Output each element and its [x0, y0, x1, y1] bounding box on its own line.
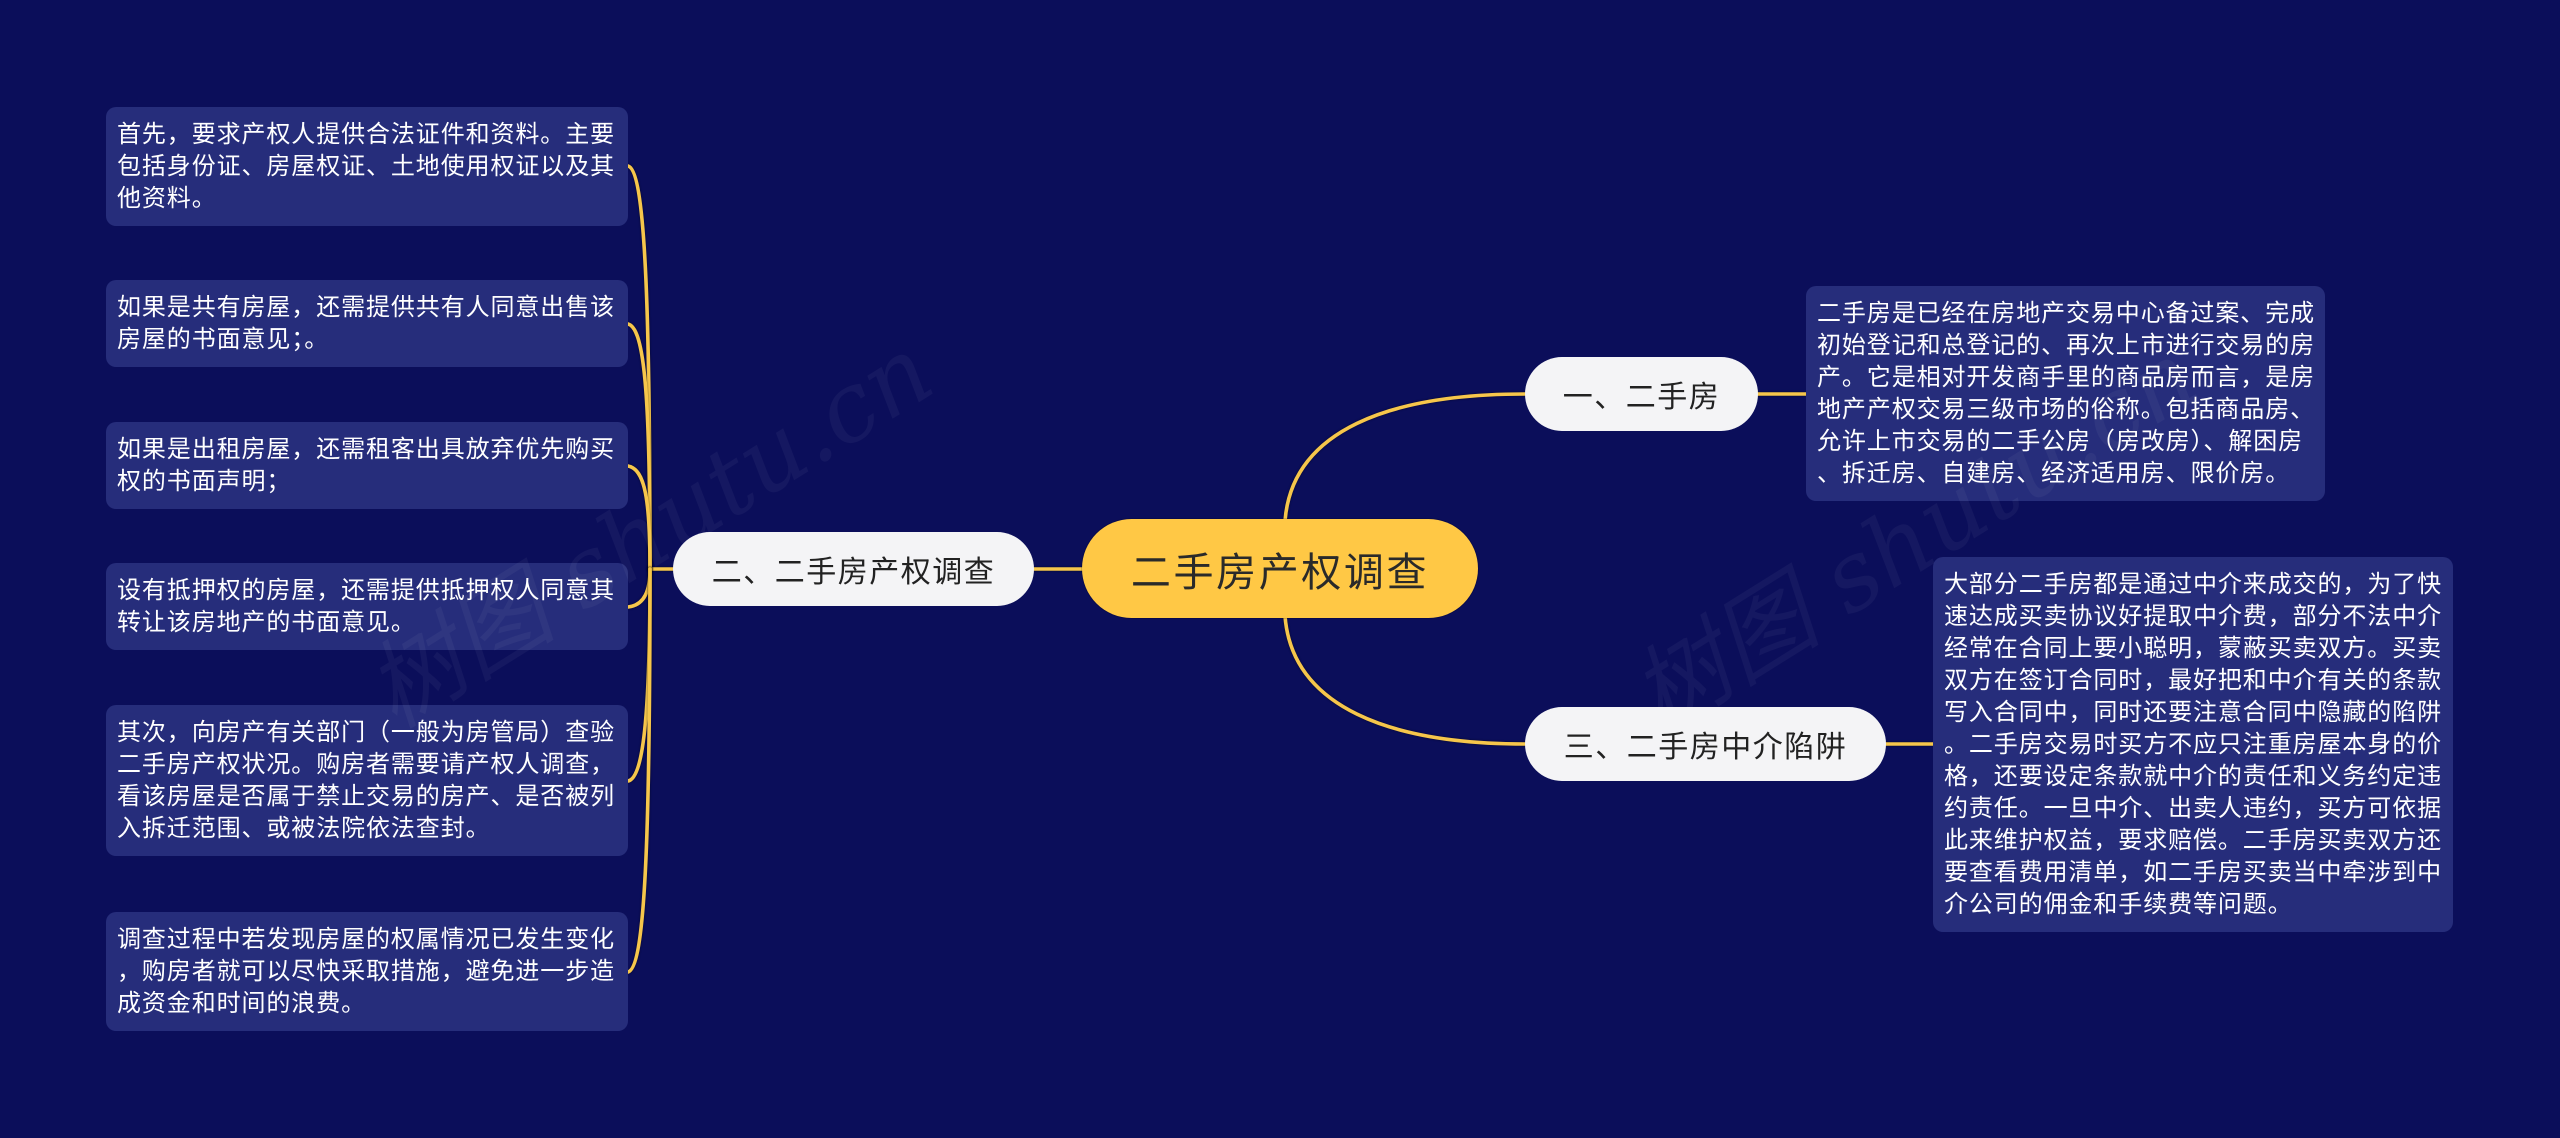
branch-node-2[interactable]: 二、二手房产权调查 — [673, 532, 1034, 606]
detail-box-verification[interactable]: 其次，向房产有关部门（一般为房管局）查验 二手房产权状况。购房者需要请产权人调查… — [106, 705, 628, 856]
detail-line: 转让该房地产的书面意见。 — [117, 609, 416, 636]
detail-box-ownership-change[interactable]: 调查过程中若发现房屋的权属情况已发生变化 ，购房者就可以尽快采取措施，避免进一步… — [106, 912, 628, 1031]
detail-line: 包括身份证、房屋权证、土地使用权证以及其 — [117, 153, 615, 180]
branch-node-1-label: 一、二手房 — [1562, 381, 1721, 414]
detail-line: 其次，向房产有关部门（一般为房管局）查验 — [117, 719, 615, 746]
mindmap-canvas: 二手房产权调查 一、二手房 二、二手房产权调查 三、二手房中介陷阱 二手房是已经… — [0, 0, 2560, 1138]
detail-box-co-owned[interactable]: 如果是共有房屋，还需提供共有人同意出售该 房屋的书面意见；。 — [106, 280, 628, 367]
root-node-label: 二手房产权调查 — [1130, 550, 1430, 595]
detail-line: 约责任。一旦中介、出卖人违约，买方可依据 — [1944, 795, 2442, 822]
detail-line: 调查过程中若发现房屋的权属情况已发生变化 — [117, 926, 615, 953]
branch-node-3-label: 三、二手房中介陷阱 — [1563, 731, 1848, 764]
detail-line: ，购房者就可以尽快采取措施，避免进一步造 — [117, 958, 615, 985]
detail-line: 二手房产权状况。购房者需要请产权人调查， — [117, 751, 615, 778]
detail-line: 此来维护权益，要求赔偿。二手房买卖双方还 — [1944, 827, 2442, 854]
branch-node-1[interactable]: 一、二手房 — [1525, 357, 1758, 431]
detail-line: 初始登记和总登记的、再次上市进行交易的房 — [1817, 332, 2315, 359]
connector-root-to-branch-3 — [1283, 614, 1527, 746]
detail-line: 地产产权交易三级市场的俗称。包括商品房、 — [1817, 396, 2315, 423]
connector-branch-2-to-detail-4 — [626, 567, 652, 609]
detail-line: 设有抵押权的房屋，还需提供抵押权人同意其 — [117, 577, 615, 604]
detail-box-secondhand-definition[interactable]: 二手房是已经在房地产交易中心备过案、完成 初始登记和总登记的、再次上市进行交易的… — [1806, 286, 2325, 501]
detail-line: 大部分二手房都是通过中介来成交的，为了快 — [1944, 571, 2442, 598]
detail-line: 介公司的佣金和手续费等问题。 — [1944, 891, 2293, 918]
detail-line: 格，还要设定条款就中介的责任和义务约定违 — [1944, 763, 2442, 790]
detail-box-rented[interactable]: 如果是出租房屋，还需租客出具放弃优先购买 权的书面声明； — [106, 422, 628, 509]
detail-line: 允许上市交易的二手公房（房改房）、解困房 — [1817, 428, 2303, 455]
connector-root-to-branch-1 — [1283, 392, 1527, 523]
branch-node-2-label: 二、二手房产权调查 — [711, 556, 996, 589]
detail-line: 产。它是相对开发商手里的商品房而言，是房 — [1817, 364, 2315, 391]
detail-box-mortgaged[interactable]: 设有抵押权的房屋，还需提供抵押权人同意其 转让该房地产的书面意见。 — [106, 563, 628, 650]
detail-line: 权的书面声明； — [117, 468, 292, 495]
detail-line: 房屋的书面意见；。 — [117, 326, 330, 353]
detail-line: 入拆迁范围、或被法院依法查封。 — [117, 815, 491, 842]
detail-line: 二手房是已经在房地产交易中心备过案、完成 — [1817, 300, 2315, 327]
detail-line: 首先，要求产权人提供合法证件和资料。主要 — [117, 121, 615, 148]
detail-line: 如果是共有房屋，还需提供共有人同意出售该 — [117, 294, 615, 321]
detail-line: 写入合同中，同时还要注意合同中隐藏的陷阱 — [1944, 699, 2442, 726]
connector-branch-2-to-detail-3 — [626, 464, 652, 571]
branch-node-3[interactable]: 三、二手房中介陷阱 — [1525, 707, 1886, 781]
detail-line: 他资料。 — [117, 185, 217, 212]
detail-box-documents[interactable]: 首先，要求产权人提供合法证件和资料。主要 包括身份证、房屋权证、土地使用权证以及… — [106, 107, 628, 226]
root-node[interactable]: 二手房产权调查 — [1082, 519, 1478, 618]
detail-line: 如果是出租房屋，还需租客出具放弃优先购买 — [117, 436, 615, 463]
detail-line: 经常在合同上要小聪明，蒙蔽买卖双方。买卖 — [1944, 635, 2442, 662]
detail-line: 、拆迁房、自建房、经济适用房、限价房。 — [1817, 460, 2291, 487]
detail-line: 要查看费用清单，如二手房买卖当中牵涉到中 — [1944, 859, 2442, 886]
detail-line: 速达成买卖协议好提取中介费，部分不法中介 — [1944, 603, 2442, 630]
connector-branch-2-to-detail-6 — [626, 567, 652, 974]
detail-line: 看该房屋是否属于禁止交易的房产、是否被列 — [117, 783, 615, 810]
detail-line: 成资金和时间的浪费。 — [117, 990, 366, 1017]
detail-line: 。二手房交易时买方不应只注重房屋本身的价 — [1944, 731, 2442, 758]
detail-box-agency-traps[interactable]: 大部分二手房都是通过中介来成交的，为了快 速达成买卖协议好提取中介费，部分不法中… — [1933, 557, 2453, 932]
detail-line: 双方在签订合同时，最好把和中介有关的条款 — [1944, 667, 2442, 694]
